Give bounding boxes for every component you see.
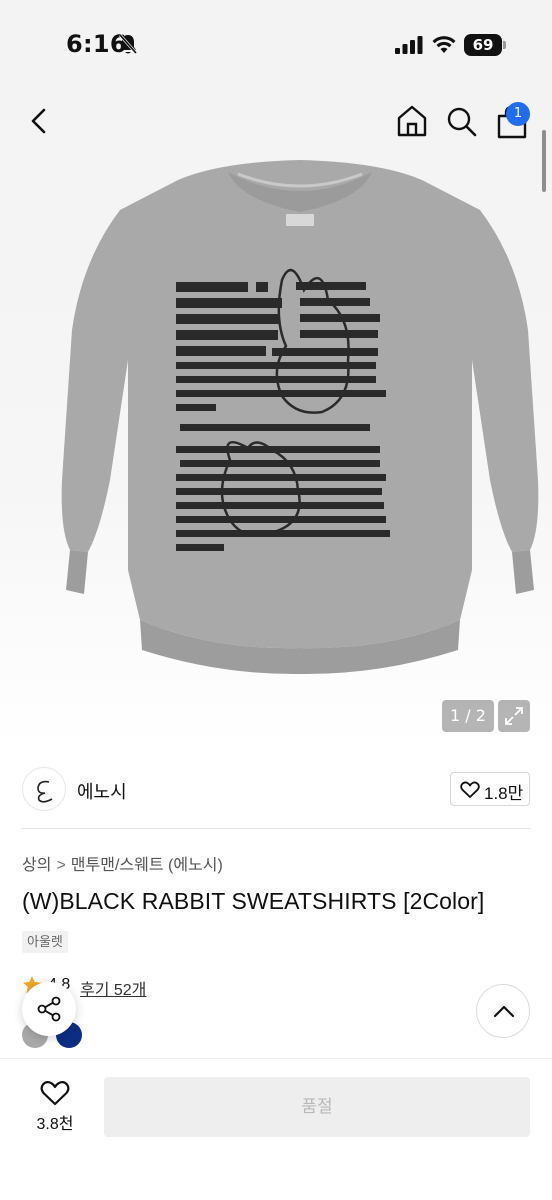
brand-like-button[interactable]: 1.8만	[450, 772, 530, 806]
product-image-gallery[interactable]	[0, 90, 552, 750]
brand-like-count: 1.8만	[484, 784, 524, 803]
brand-logo-icon	[37, 780, 53, 803]
product-image	[61, 160, 539, 675]
battery-indicator: 69	[464, 34, 506, 56]
sold-out-button[interactable]: 품절	[104, 1077, 530, 1137]
battery-level: 69	[464, 34, 502, 56]
breadcrumb: 상의 > 맨투맨/스웨트 (에노시)	[22, 851, 223, 875]
outlet-tag: 아울렛	[22, 931, 68, 953]
share-icon	[37, 996, 61, 1022]
chevron-up-icon	[493, 1005, 515, 1018]
cart-count-badge: 1	[506, 102, 530, 126]
scroll-top-button[interactable]	[476, 984, 530, 1038]
product-title: (W)BLACK RABBIT SWEATSHIRTS [2Color]	[22, 888, 485, 914]
back-icon[interactable]	[26, 106, 54, 136]
cellular-signal-icon	[395, 36, 423, 54]
wifi-icon	[432, 36, 456, 53]
heart-icon	[460, 781, 480, 798]
chevron-right-icon: >	[56, 857, 66, 874]
expand-icon	[505, 707, 523, 725]
search-icon[interactable]	[445, 104, 477, 138]
status-bar: 6:16 69	[0, 0, 552, 90]
divider	[22, 828, 530, 829]
home-icon[interactable]	[396, 104, 428, 138]
bell-off-icon	[118, 34, 138, 54]
wishlist-count: 3.8천	[36, 1116, 74, 1133]
wishlist-heart-icon[interactable]	[40, 1080, 70, 1106]
brand-logo[interactable]	[22, 767, 66, 811]
breadcrumb-category[interactable]: 상의	[22, 857, 51, 874]
breadcrumb-subcategory[interactable]: 맨투맨/스웨트 (에노시)	[71, 857, 223, 874]
scroll-indicator	[542, 130, 546, 192]
expand-image-button[interactable]	[498, 700, 530, 732]
brand-name[interactable]: 에노시	[77, 778, 127, 804]
image-counter: 1 / 2	[442, 700, 494, 732]
share-button[interactable]	[22, 982, 76, 1036]
review-link[interactable]: 후기 52개	[80, 976, 146, 1000]
